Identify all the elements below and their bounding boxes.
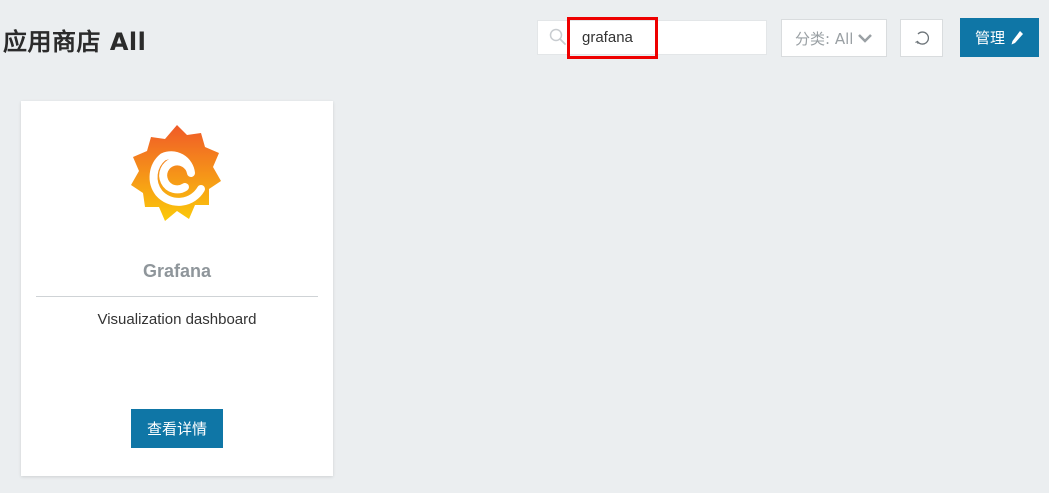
category-select[interactable]: 分类: All (781, 19, 887, 57)
app-card: Grafana Visualization dashboard 查看详情 (21, 101, 333, 476)
refresh-icon (914, 31, 929, 45)
chevron-down-icon (858, 34, 873, 43)
category-label: 分类: All (795, 29, 854, 48)
manage-label: 管理 (974, 29, 1005, 47)
search-box[interactable] (537, 20, 767, 55)
app-description: Visualization dashboard (97, 311, 257, 328)
refresh-button[interactable] (900, 19, 943, 57)
manage-button[interactable]: 管理 (960, 18, 1039, 57)
search-icon (549, 28, 566, 45)
pencil-icon (1011, 30, 1023, 44)
grafana-logo (131, 125, 221, 221)
app-name: Grafana (142, 261, 212, 281)
card-divider (36, 296, 318, 297)
page-title: 应用商店 All (3, 28, 147, 56)
search-input[interactable] (570, 21, 766, 54)
view-details-button[interactable]: 查看详情 (131, 409, 223, 448)
